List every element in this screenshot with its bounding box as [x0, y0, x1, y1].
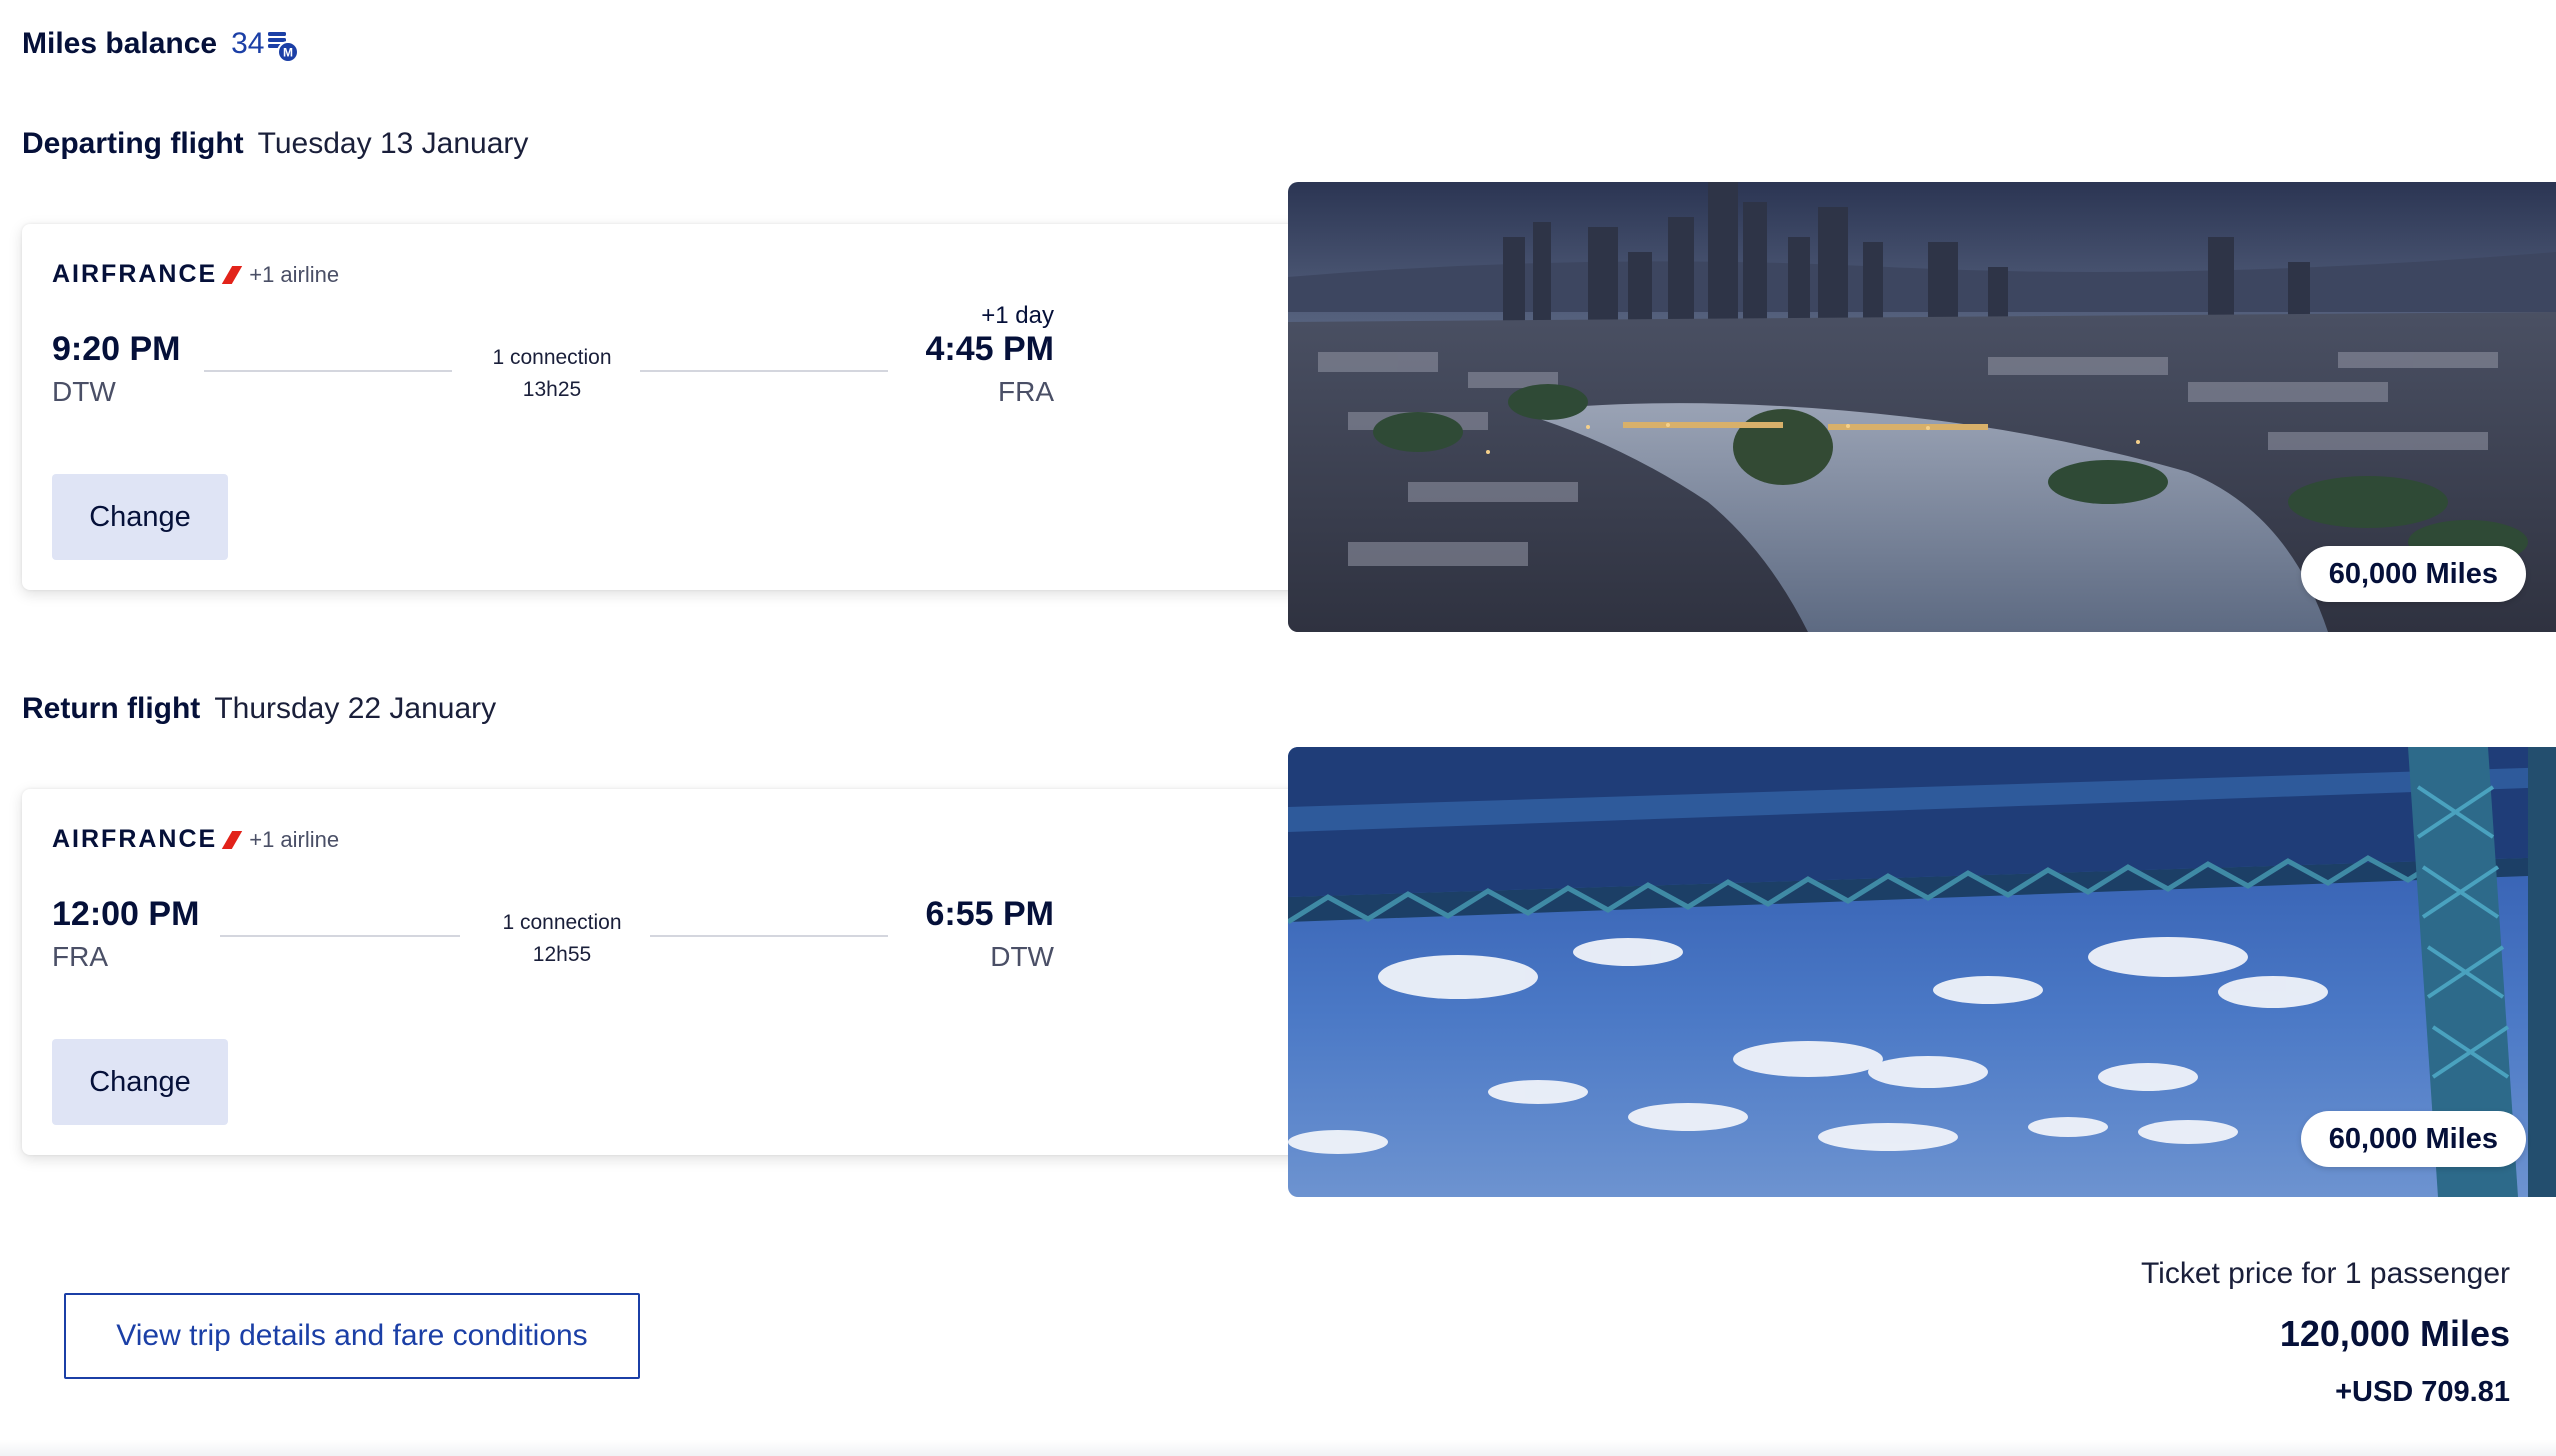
connection-line-left	[220, 935, 460, 937]
view-trip-details-button[interactable]: View trip details and fare conditions	[64, 1293, 640, 1379]
miles-balance: Miles balance 34 M	[22, 24, 300, 64]
airfrance-slash-icon	[222, 830, 243, 849]
extra-airline-label: +1 airline	[249, 826, 340, 852]
departure-time: 9:20 PM	[52, 330, 181, 368]
arrival-time: 4:45 PM	[925, 330, 1055, 368]
day-offset: +1 day	[981, 302, 1054, 329]
return-flight-card: AIRFRANCE +1 airline 12:00 PM FRA 1 conn…	[22, 789, 1342, 1155]
departure-airport: DTW	[52, 376, 116, 407]
detroit-bridge-photo: 60,000 Miles	[1288, 747, 2556, 1197]
connection-line-right	[650, 935, 888, 937]
departure-time: 12:00 PM	[52, 895, 200, 933]
airfrance-logo: AIRFRANCE	[52, 260, 243, 289]
change-departing-button[interactable]: Change	[52, 474, 228, 560]
connection-info: 1 connection 13h25	[452, 342, 652, 406]
departing-miles-price: 60,000 Miles	[2300, 546, 2526, 602]
arrival-airport: FRA	[998, 376, 1054, 407]
connection-count: 1 connection	[492, 346, 612, 369]
airline-row: AIRFRANCE +1 airline	[52, 825, 339, 854]
return-flight-date: Thursday 22 January	[214, 692, 497, 725]
change-return-button[interactable]: Change	[52, 1039, 228, 1125]
total-cash-price: +USD 709.81	[2335, 1376, 2510, 1408]
airfrance-logo-text: AIRFRANCE	[52, 825, 218, 853]
ticket-price-label: Ticket price for 1 passenger	[2140, 1257, 2510, 1290]
airline-row: AIRFRANCE +1 airline	[52, 260, 339, 289]
bottom-fade	[0, 1440, 2556, 1456]
departure-airport: FRA	[52, 941, 108, 972]
arrival-time: 6:55 PM	[925, 895, 1055, 933]
airfrance-logo-text: AIRFRANCE	[52, 260, 218, 288]
miles-coin-icon: M	[266, 24, 300, 64]
miles-balance-label: Miles balance	[22, 27, 218, 60]
departing-flight-heading: Departing flight Tuesday 13 January	[22, 122, 528, 166]
connection-info: 1 connection 12h55	[462, 907, 662, 971]
miles-balance-value: 34	[231, 27, 265, 60]
return-flight-heading: Return flight Thursday 22 January	[22, 687, 496, 731]
connection-line-right	[640, 370, 888, 372]
return-flight-title: Return flight	[22, 692, 201, 725]
ticket-price-summary: Ticket price for 1 passenger 120,000 Mil…	[2141, 1250, 2510, 1414]
connection-count: 1 connection	[502, 911, 622, 934]
return-miles-price: 60,000 Miles	[2300, 1111, 2526, 1167]
airfrance-slash-icon	[222, 265, 243, 284]
connection-line-left	[204, 370, 452, 372]
departing-flight-date: Tuesday 13 January	[257, 127, 529, 160]
page: Miles balance 34 M Departing flight Tues…	[0, 0, 2556, 1456]
flight-duration: 13h25	[522, 378, 582, 401]
airfrance-logo: AIRFRANCE	[52, 825, 243, 854]
departing-flight-card: AIRFRANCE +1 airline 9:20 PM DTW 1 conne…	[22, 224, 1342, 590]
frankfurt-skyline-photo: 60,000 Miles	[1288, 182, 2556, 632]
flight-duration: 12h55	[532, 943, 592, 966]
extra-airline-label: +1 airline	[249, 261, 340, 287]
arrival-airport: DTW	[990, 941, 1054, 972]
total-miles-price: 120,000 Miles	[2279, 1313, 2510, 1354]
departing-flight-title: Departing flight	[22, 127, 244, 160]
svg-text:M: M	[283, 46, 293, 60]
